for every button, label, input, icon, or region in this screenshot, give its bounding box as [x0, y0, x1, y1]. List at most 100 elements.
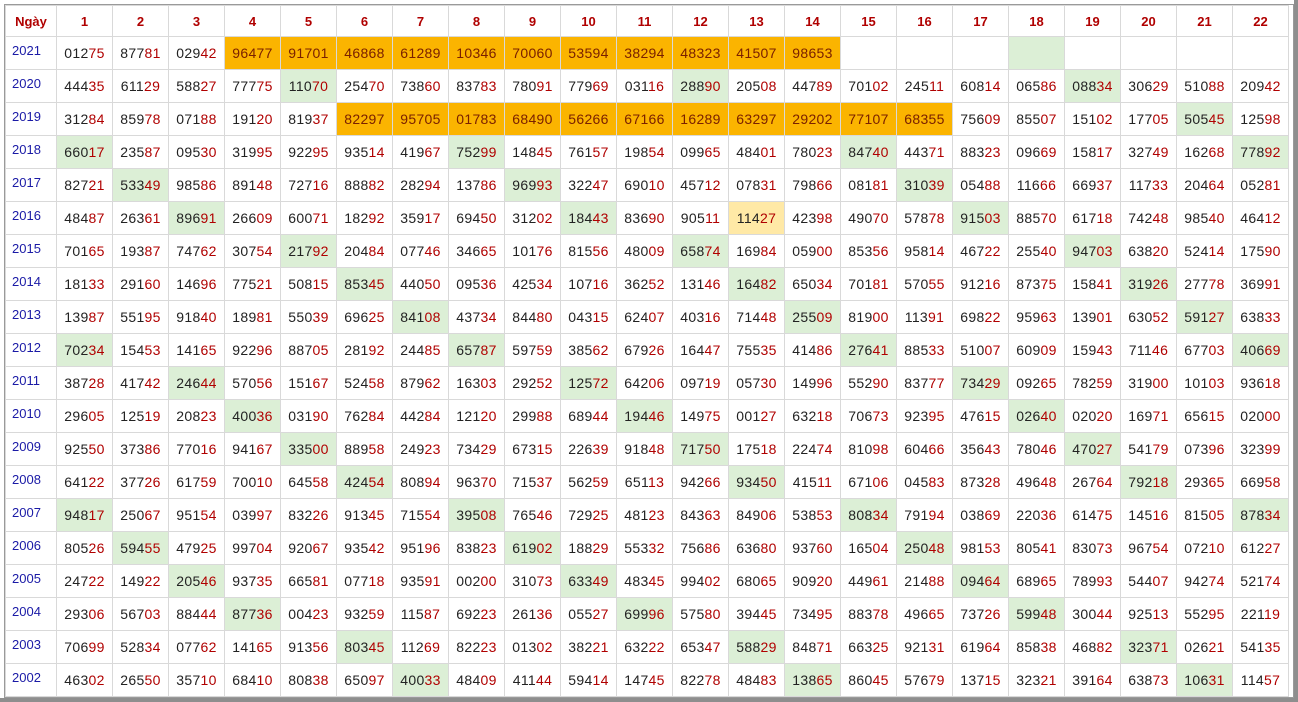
result-tail-digits: 23	[200, 408, 217, 424]
result-tail-digits: 56	[592, 243, 609, 259]
result-digits: 81900	[848, 309, 889, 325]
result-cell: 57055	[896, 267, 953, 301]
year-link[interactable]: 2019	[5, 102, 57, 136]
result-tail-digits: 11	[929, 78, 945, 94]
year-link[interactable]: 2021	[5, 36, 57, 70]
result-digits: 57580	[680, 606, 721, 622]
result-digits: 09536	[456, 276, 497, 292]
result-digits: 88882	[344, 177, 385, 193]
result-cell: 01783	[448, 102, 505, 136]
result-cell: 64206	[616, 366, 673, 400]
result-cell: 14696	[168, 267, 225, 301]
result-digits: 70010	[232, 474, 273, 490]
result-tail-digits: 90	[536, 111, 553, 127]
result-cell: 85507	[1008, 102, 1065, 136]
result-cell: 84871	[784, 630, 841, 664]
result-digits: 87375	[1016, 276, 1057, 292]
result-digits: 70060	[512, 45, 553, 61]
result-cell: 74762	[168, 234, 225, 268]
result-tail-digits: 10	[1208, 540, 1225, 556]
result-cell	[1232, 36, 1289, 70]
result-digits: 22639	[568, 441, 609, 457]
result-digits: 48487	[64, 210, 105, 226]
result-tail-digits: 48	[256, 177, 273, 193]
result-tail-digits: 36	[1040, 507, 1057, 523]
result-cell: 03116	[616, 69, 673, 103]
result-digits: 68065	[736, 573, 777, 589]
year-link[interactable]: 2012	[5, 333, 57, 367]
result-cell	[840, 36, 897, 70]
result-cell: 68965	[1008, 564, 1065, 598]
result-digits: 09530	[176, 144, 217, 160]
result-digits: 46722	[960, 243, 1001, 259]
result-tail-digits: 91	[1264, 276, 1281, 292]
result-digits: 21488	[904, 573, 945, 589]
result-tail-digits: 05	[1152, 111, 1169, 127]
result-cell: 57878	[896, 201, 953, 235]
result-digits: 29252	[512, 375, 553, 391]
result-cell: 04315	[560, 300, 617, 334]
result-digits: 11666	[1016, 177, 1057, 193]
result-tail-digits: 45	[648, 672, 665, 688]
result-tail-digits: 99	[480, 144, 497, 160]
result-cell: 27778	[1176, 267, 1233, 301]
result-cell: 12519	[112, 399, 169, 433]
result-tail-digits: 18	[1152, 474, 1169, 490]
year-link[interactable]: 2014	[5, 267, 57, 301]
result-digits: 26609	[232, 210, 273, 226]
result-tail-digits: 45	[1208, 111, 1225, 127]
year-link[interactable]: 2006	[5, 531, 57, 565]
result-tail-digits: 49	[592, 573, 609, 589]
result-digits: 57679	[904, 672, 945, 688]
result-tail-digits: 50	[88, 441, 105, 457]
result-cell: 63833	[1232, 300, 1289, 334]
result-digits: 98540	[1184, 210, 1225, 226]
result-cell: 16447	[672, 333, 729, 367]
year-link[interactable]: 2008	[5, 465, 57, 499]
result-cell: 63218	[784, 399, 841, 433]
year-link[interactable]: 2017	[5, 168, 57, 202]
year-link[interactable]: 2011	[5, 366, 57, 400]
result-digits: 91840	[176, 309, 217, 325]
result-cell: 12598	[1232, 102, 1289, 136]
result-digits: 84871	[792, 639, 833, 655]
result-cell: 38562	[560, 333, 617, 367]
horizontal-scrollbar[interactable]	[0, 698, 1298, 702]
year-link[interactable]: 2010	[5, 399, 57, 433]
year-link[interactable]: 2005	[5, 564, 57, 598]
result-digits: 44961	[848, 573, 889, 589]
year-link[interactable]: 2018	[5, 135, 57, 169]
year-link[interactable]: 2007	[5, 498, 57, 532]
year-link[interactable]: 2009	[5, 432, 57, 466]
result-tail-digits: 94	[648, 45, 665, 61]
year-link[interactable]: 2015	[5, 234, 57, 268]
result-digits: 92296	[232, 342, 273, 358]
vertical-scrollbar[interactable]	[1294, 0, 1298, 702]
result-digits: 93591	[400, 573, 441, 589]
result-cell: 50815	[280, 267, 337, 301]
result-cell: 25540	[1008, 234, 1065, 268]
result-digits: 38221	[568, 639, 609, 655]
result-digits: 09669	[1016, 144, 1057, 160]
result-cell: 85345	[336, 267, 393, 301]
year-link[interactable]: 2020	[5, 69, 57, 103]
result-cell: 76284	[336, 399, 393, 433]
result-cell: 79866	[784, 168, 841, 202]
year-link[interactable]: 2016	[5, 201, 57, 235]
result-digits: 38562	[568, 342, 609, 358]
result-tail-digits: 07	[984, 342, 1001, 358]
year-link[interactable]: 2013	[5, 300, 57, 334]
result-digits: 14845	[512, 144, 553, 160]
result-digits: 19387	[120, 243, 161, 259]
result-digits: 14922	[120, 573, 161, 589]
year-link[interactable]: 2004	[5, 597, 57, 631]
result-cell: 09265	[1008, 366, 1065, 400]
result-cell: 20823	[168, 399, 225, 433]
year-link[interactable]: 2002	[5, 663, 57, 697]
result-digits: 15841	[1072, 276, 1113, 292]
result-cell: 28192	[336, 333, 393, 367]
result-tail-digits: 19	[144, 408, 161, 424]
year-link[interactable]: 2003	[5, 630, 57, 664]
result-tail-digits: 78	[704, 672, 721, 688]
result-digits: 20484	[344, 243, 385, 259]
